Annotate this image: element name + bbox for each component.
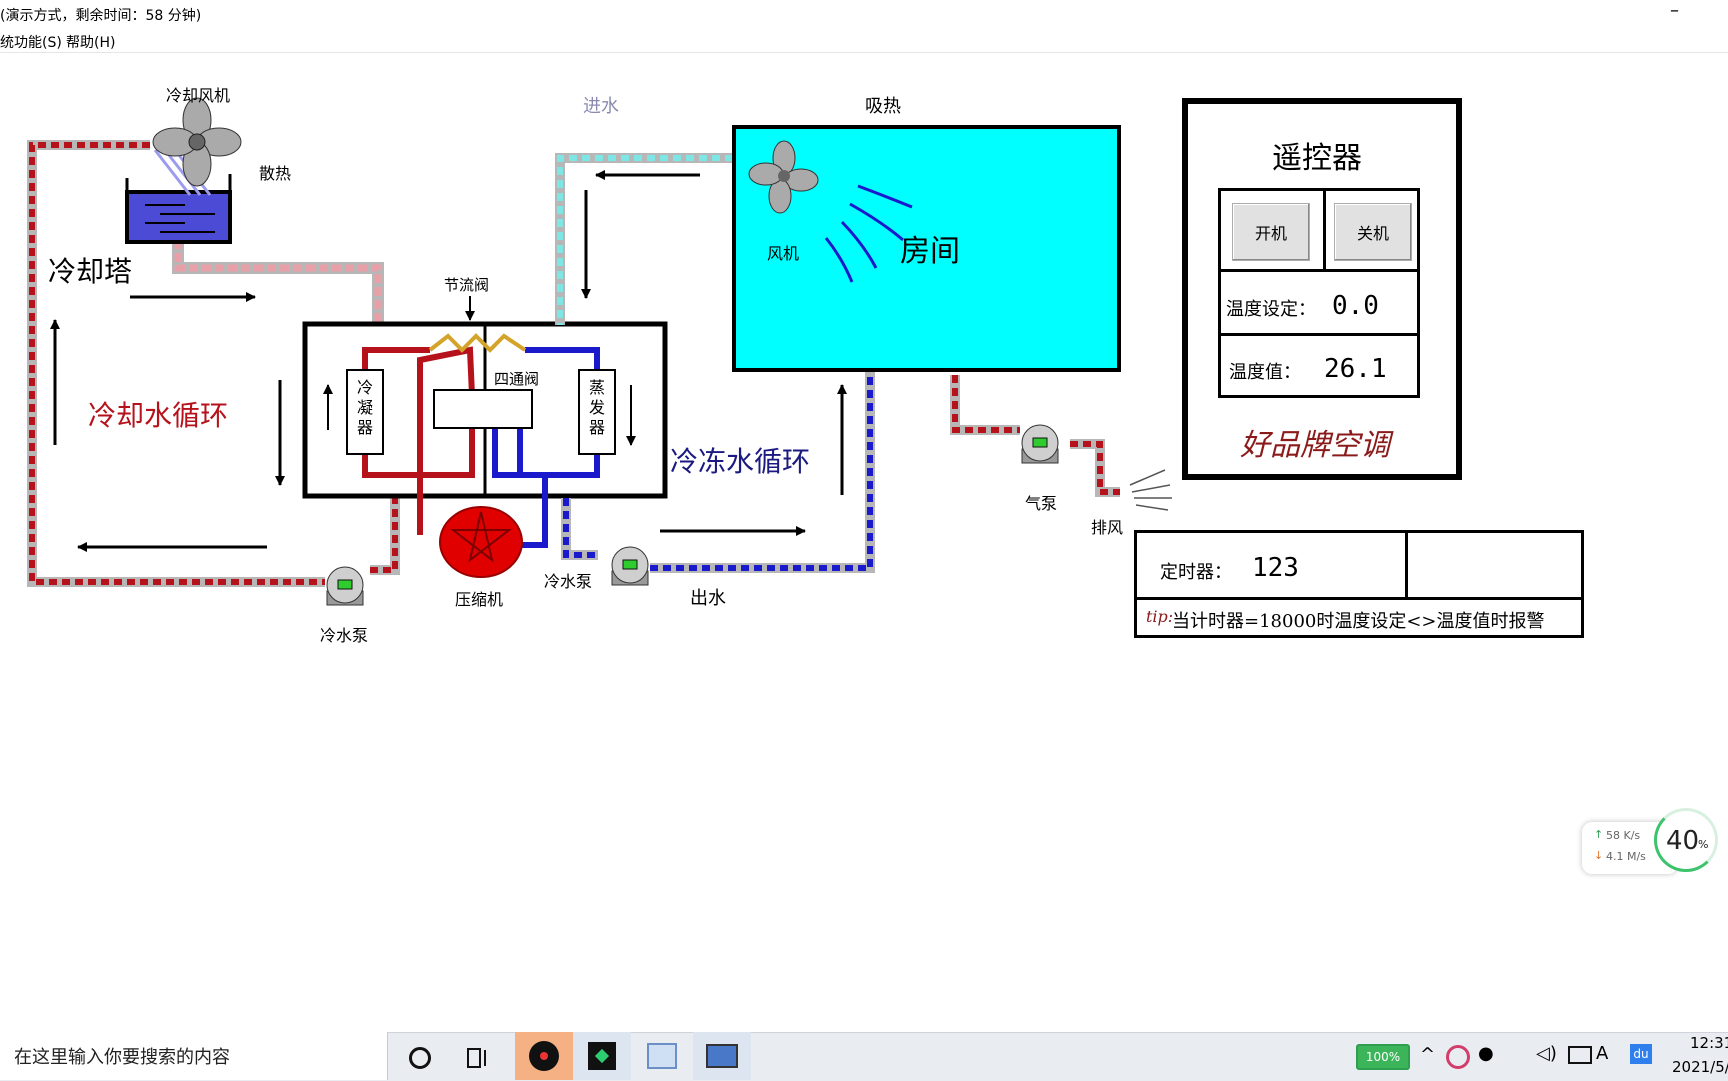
upload-speed: 58 K/s bbox=[1606, 829, 1641, 842]
compressor-icon bbox=[439, 506, 523, 578]
four-way-valve-label: 四通阀 bbox=[494, 370, 540, 388]
condenser-label: 冷凝器 bbox=[357, 378, 374, 437]
compressor-label: 压缩机 bbox=[455, 590, 504, 609]
cold-pump-mid-label: 冷水泵 bbox=[544, 572, 593, 591]
heat-release-label: 散热 bbox=[259, 164, 292, 183]
download-speed: 4.1 M/s bbox=[1606, 850, 1646, 863]
temp-value: 26.1 bbox=[1324, 354, 1387, 384]
air-pump-icon bbox=[1021, 424, 1059, 464]
temp-value-label: 温度值： bbox=[1229, 362, 1301, 383]
baidu-icon[interactable]: du bbox=[1630, 1044, 1652, 1064]
cooling-tower bbox=[125, 149, 232, 244]
app-recorder-icon[interactable] bbox=[515, 1032, 573, 1080]
water-in-label: 进水 bbox=[583, 96, 619, 117]
microphone-icon[interactable]: ● bbox=[1478, 1043, 1494, 1064]
pump-mid-icon bbox=[611, 546, 649, 586]
cooling-fan-icon bbox=[152, 97, 242, 187]
tip-text: 当计时器=18000时温度设定<>温度值时报警 bbox=[1172, 611, 1545, 632]
room-fan-label: 风机 bbox=[767, 244, 800, 263]
clock-time[interactable]: 12:31 bbox=[1690, 1034, 1728, 1052]
app-remote-icon[interactable] bbox=[693, 1032, 751, 1080]
download-arrow-icon: ↓ bbox=[1594, 849, 1604, 862]
remote-title: 遥控器 bbox=[1272, 141, 1362, 176]
record-icon[interactable] bbox=[1446, 1045, 1470, 1069]
exhaust-label: 排风 bbox=[1091, 518, 1124, 537]
battery-indicator[interactable]: 100% bbox=[1356, 1044, 1410, 1070]
upload-arrow-icon: ↑ bbox=[1594, 828, 1604, 841]
task-view-icon[interactable] bbox=[450, 1036, 506, 1080]
app-files-icon[interactable] bbox=[633, 1032, 691, 1080]
pump-left-icon bbox=[326, 566, 364, 606]
throttle-valve-label: 节流阀 bbox=[444, 276, 490, 294]
heat-absorb-label: 吸热 bbox=[865, 96, 901, 117]
temp-set-value: 0.0 bbox=[1332, 291, 1379, 321]
power-on-button[interactable]: 开机 bbox=[1232, 203, 1310, 261]
hvac-diagram bbox=[27, 97, 1519, 606]
cooling-water-loop-label: 冷却水循环 bbox=[88, 399, 229, 432]
cold-pump-left-label: 冷水泵 bbox=[320, 626, 369, 645]
air-pump-label: 气泵 bbox=[1025, 494, 1058, 513]
power-off-button[interactable]: 关机 bbox=[1334, 203, 1412, 261]
cortana-icon[interactable] bbox=[392, 1036, 448, 1080]
chevron-up-icon[interactable]: ^ bbox=[1420, 1044, 1435, 1065]
cooling-fan-label: 冷却风机 bbox=[166, 86, 231, 105]
chilled-water-loop-label: 冷冻水循环 bbox=[670, 445, 811, 478]
network-speed-widget[interactable]: ↑ 58 K/s ↓ 4.1 M/s 40 % bbox=[1582, 808, 1722, 876]
search-placeholder: 在这里输入你要搜索的内容 bbox=[14, 1047, 230, 1068]
input-method-icon[interactable]: A bbox=[1596, 1043, 1608, 1064]
taskbar-search-input[interactable]: 在这里输入你要搜索的内容 bbox=[0, 1032, 388, 1080]
cooling-tower-label: 冷却塔 bbox=[48, 255, 133, 288]
network-icon[interactable] bbox=[1568, 1046, 1592, 1064]
brand-text: 好品牌空调 bbox=[1240, 428, 1390, 463]
volume-icon[interactable]: ◁) bbox=[1536, 1043, 1557, 1064]
temp-set-label: 温度设定： bbox=[1226, 299, 1316, 320]
evaporator-label: 蒸发器 bbox=[589, 378, 606, 437]
tip-prefix: tip: bbox=[1146, 607, 1174, 626]
timer-label: 定时器： bbox=[1160, 562, 1232, 583]
clock-date[interactable]: 2021/5/ bbox=[1672, 1058, 1728, 1076]
memory-percent-unit: % bbox=[1698, 838, 1709, 851]
timer-value: 123 bbox=[1252, 553, 1299, 583]
exhaust-icon bbox=[1129, 469, 1172, 511]
water-out-label: 出水 bbox=[690, 588, 726, 609]
memory-percent: 40 bbox=[1666, 826, 1700, 856]
app-pycharm-icon[interactable] bbox=[573, 1032, 631, 1080]
room-label: 房间 bbox=[900, 234, 960, 269]
